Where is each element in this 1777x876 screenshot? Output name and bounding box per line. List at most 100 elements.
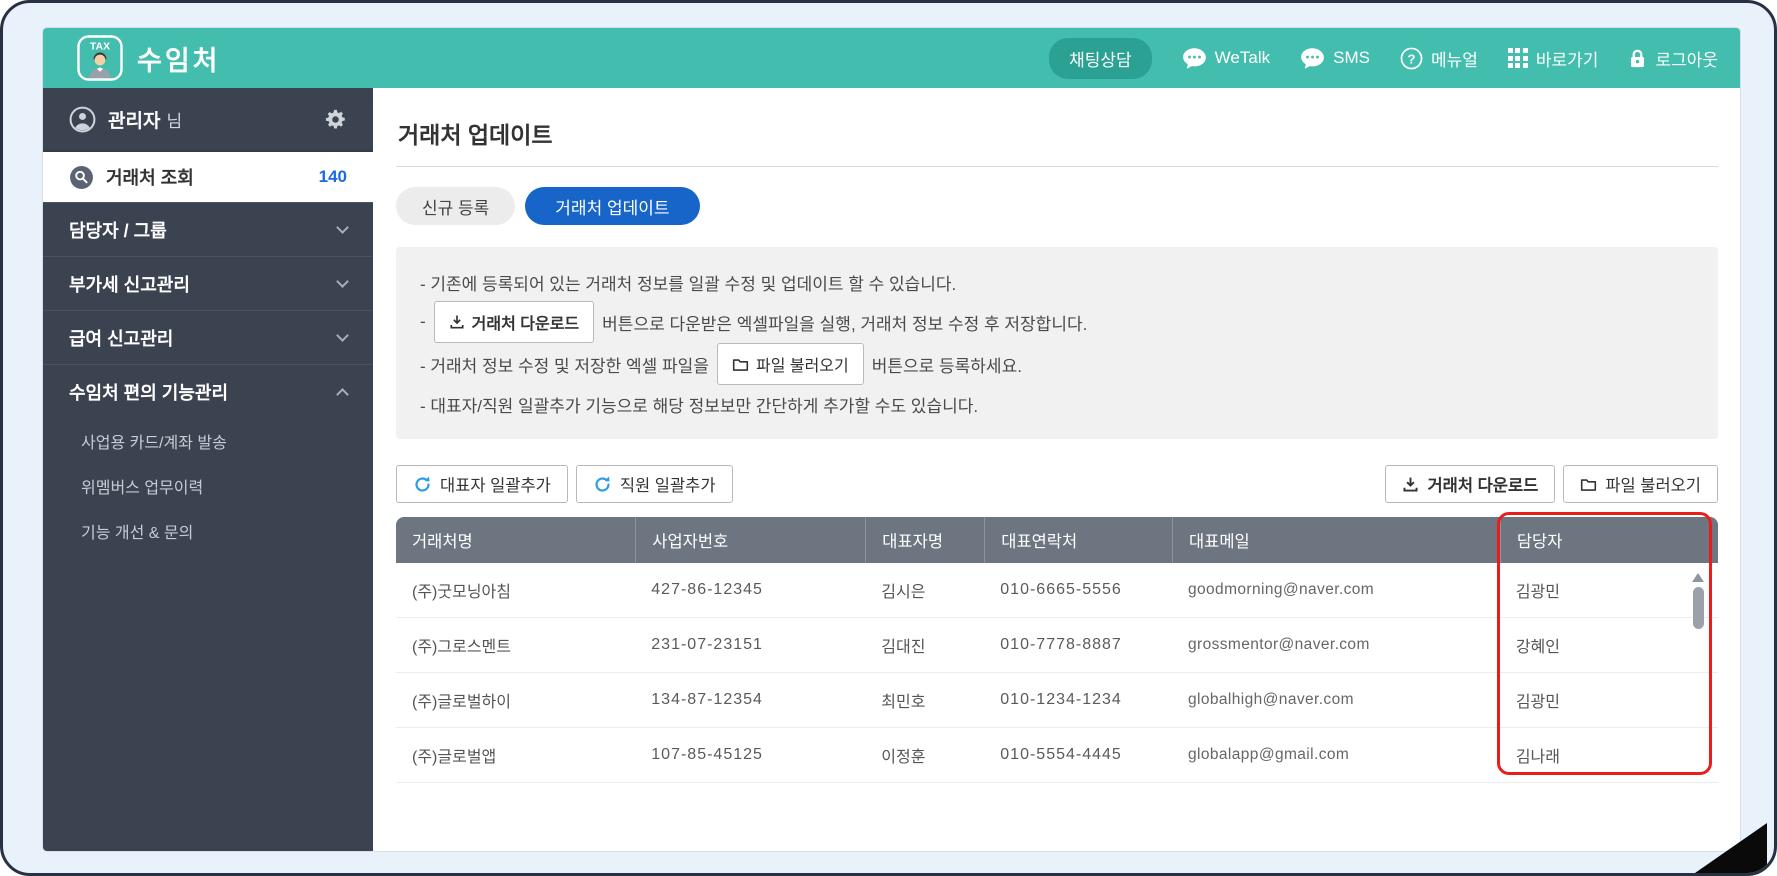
lock-icon xyxy=(1628,48,1647,69)
sidebar: 관리자 님 거래처 조회 140 담당자 / 그룹 부가세 신고관리 급여 신고… xyxy=(43,88,373,851)
info-box: - 기존에 등록되어 있는 거래처 정보를 일괄 수정 및 업데이트 할 수 있… xyxy=(396,247,1718,439)
table-row[interactable]: (주)굿모닝아침 427-86-12345 김시은 010-6665-5556 … xyxy=(396,563,1718,618)
chevron-up-icon xyxy=(336,388,349,401)
column-header-manager: 담당자 xyxy=(1499,517,1718,563)
info-line-2: - 거래처 다운로드 버튼으로 다운받은 엑셀파일을 실행, 거래처 정보 수정… xyxy=(420,301,1694,343)
cell-ceo-name: 최민호 xyxy=(881,694,926,711)
sms-button[interactable]: SMS xyxy=(1300,47,1370,70)
cell-ceo-name: 김시은 xyxy=(881,584,926,601)
count-badge: 140 xyxy=(318,167,347,186)
svg-text:?: ? xyxy=(1407,51,1415,66)
cell-ceo-phone: 010-1234-1234 xyxy=(1000,691,1122,708)
cell-ceo-phone: 010-7778-8887 xyxy=(1000,636,1122,653)
sidebar-item-payroll-report[interactable]: 급여 신고관리 xyxy=(43,310,373,364)
tax-logo-icon: TAX xyxy=(77,35,123,81)
cell-company-name: (주)글로벌하이 xyxy=(412,694,511,711)
cell-ceo-email: goodmorning@naver.com xyxy=(1187,581,1375,598)
bulk-add-staff-button[interactable]: 직원 일괄추가 xyxy=(575,465,733,503)
sidebar-subitem-feature-inquiry[interactable]: 기능 개선 & 문의 xyxy=(43,508,373,553)
tab-bar: 신규 등록 거래처 업데이트 xyxy=(396,187,1718,225)
download-icon xyxy=(449,314,465,330)
chevron-down-icon xyxy=(336,275,349,288)
cell-ceo-name: 이정훈 xyxy=(881,749,926,766)
cell-business-number: 107-85-45125 xyxy=(651,746,763,763)
scroll-up-arrow-icon[interactable] xyxy=(1692,573,1704,582)
cell-ceo-name: 김대진 xyxy=(881,639,926,656)
refresh-icon xyxy=(593,475,612,494)
table-header: 거래처명 사업자번호 대표자명 대표연락처 대표메일 담당자 xyxy=(396,517,1718,563)
cell-manager: 강혜인 xyxy=(1515,639,1560,656)
profile-row: 관리자 님 xyxy=(43,88,373,152)
sidebar-item-vat-report[interactable]: 부가세 신고관리 xyxy=(43,256,373,310)
cell-manager: 김나래 xyxy=(1515,749,1560,766)
table-row[interactable]: (주)그로스멘트 231-07-23151 김대진 010-7778-8887 … xyxy=(396,618,1718,673)
cell-company-name: (주)그로스멘트 xyxy=(412,639,511,656)
info-line-3: - 거래처 정보 수정 및 저장한 엑셀 파일을 파일 불러오기 버튼으로 등록… xyxy=(420,343,1694,385)
profile-name: 관리자 xyxy=(108,110,161,132)
download-icon xyxy=(1402,476,1419,493)
screenshot-frame: TAX 수임처 채팅상담 WeTalk SMS ? 메뉴얼 바로가기 로그아웃 … xyxy=(0,0,1777,876)
download-clients-button[interactable]: 거래처 다운로드 xyxy=(433,301,595,343)
table-row[interactable]: (주)글로벌하이 134-87-12354 최민호 010-1234-1234 … xyxy=(396,673,1718,728)
cell-manager: 김광민 xyxy=(1515,584,1560,601)
chat-consult-button[interactable]: 채팅상담 xyxy=(1049,37,1152,79)
logout-button[interactable]: 로그아웃 xyxy=(1628,46,1718,71)
chat-bubble-icon xyxy=(1300,47,1325,70)
main-content: 거래처 업데이트 신규 등록 거래처 업데이트 - 기존에 등록되어 있는 거래… xyxy=(373,88,1740,851)
column-header-business-number: 사업자번호 xyxy=(635,517,865,563)
load-file-button[interactable]: 파일 불러오기 xyxy=(716,343,864,385)
cell-ceo-phone: 010-6665-5556 xyxy=(1000,581,1122,598)
user-icon xyxy=(69,106,96,133)
cell-company-name: (주)글로벌앱 xyxy=(412,749,497,766)
folder-icon xyxy=(1580,476,1597,493)
shortcut-button[interactable]: 바로가기 xyxy=(1507,46,1598,71)
magnifier-icon xyxy=(69,165,94,190)
action-bar: 대표자 일괄추가 직원 일괄추가 거래처 다운로드 파일 불러오기 xyxy=(396,465,1718,503)
cell-ceo-phone: 010-5554-4445 xyxy=(1000,746,1122,763)
cell-ceo-email: globalhigh@naver.com xyxy=(1187,691,1354,708)
cell-business-number: 427-86-12345 xyxy=(651,581,763,598)
download-clients-button[interactable]: 거래처 다운로드 xyxy=(1385,465,1556,503)
top-bar: TAX 수임처 채팅상담 WeTalk SMS ? 메뉴얼 바로가기 로그아웃 xyxy=(43,28,1740,88)
info-line-1: - 기존에 등록되어 있는 거래처 정보를 일괄 수정 및 업데이트 할 수 있… xyxy=(420,274,957,294)
top-menu: 채팅상담 WeTalk SMS ? 메뉴얼 바로가기 로그아웃 xyxy=(1049,37,1718,79)
tab-new-registration[interactable]: 신규 등록 xyxy=(396,187,516,225)
svg-text:TAX: TAX xyxy=(90,41,110,53)
sidebar-item-managers-groups[interactable]: 담당자 / 그룹 xyxy=(43,202,373,256)
clients-table: 거래처명 사업자번호 대표자명 대표연락처 대표메일 담당자 (주)굿모닝아침 … xyxy=(396,512,1718,783)
table-row[interactable]: (주)글로벌앱 107-85-45125 이정훈 010-5554-4445 g… xyxy=(396,728,1718,783)
app-window: TAX 수임처 채팅상담 WeTalk SMS ? 메뉴얼 바로가기 로그아웃 … xyxy=(43,28,1740,851)
tab-client-update[interactable]: 거래처 업데이트 xyxy=(525,187,700,225)
cell-ceo-email: globalapp@gmail.com xyxy=(1187,746,1350,763)
column-header-company-name: 거래처명 xyxy=(412,533,473,551)
manual-button[interactable]: ? 메뉴얼 xyxy=(1400,46,1478,71)
grid-icon xyxy=(1507,48,1528,68)
cell-business-number: 231-07-23151 xyxy=(651,636,763,653)
sidebar-subitem-wemembers-history[interactable]: 위멤버스 업무이력 xyxy=(43,463,373,508)
profile-suffix: 님 xyxy=(166,111,183,131)
scrollbar-thumb[interactable] xyxy=(1692,587,1704,629)
bulk-add-ceo-button[interactable]: 대표자 일괄추가 xyxy=(396,465,568,503)
gear-icon[interactable] xyxy=(324,108,347,131)
chat-bubble-icon xyxy=(1182,47,1207,70)
sidebar-item-client-search[interactable]: 거래처 조회 140 xyxy=(43,152,373,202)
cell-business-number: 134-87-12354 xyxy=(651,691,763,708)
table-scrollbar[interactable] xyxy=(1691,573,1705,629)
sidebar-item-convenience-functions[interactable]: 수임처 편의 기능관리 xyxy=(43,364,373,418)
column-header-ceo-name: 대표자명 xyxy=(865,517,984,563)
chevron-down-icon xyxy=(336,221,349,234)
column-header-ceo-email: 대표메일 xyxy=(1171,517,1500,563)
question-circle-icon: ? xyxy=(1400,47,1423,70)
app-title: 수임처 xyxy=(137,45,221,76)
info-line-4: - 대표자/직원 일괄추가 기능으로 해당 정보보만 간단하게 추가할 수도 있… xyxy=(420,396,979,416)
cell-ceo-email: grossmentor@naver.com xyxy=(1187,636,1370,653)
page-title: 거래처 업데이트 xyxy=(396,112,1718,167)
folder-icon xyxy=(732,356,749,373)
chevron-down-icon xyxy=(336,329,349,342)
cell-manager: 김광민 xyxy=(1515,694,1560,711)
load-file-button[interactable]: 파일 불러오기 xyxy=(1563,465,1718,503)
wetalk-button[interactable]: WeTalk xyxy=(1182,47,1270,70)
sidebar-subitem-card-account-send[interactable]: 사업용 카드/계좌 발송 xyxy=(43,418,373,463)
cell-company-name: (주)굿모닝아침 xyxy=(412,584,511,601)
refresh-icon xyxy=(413,475,432,494)
